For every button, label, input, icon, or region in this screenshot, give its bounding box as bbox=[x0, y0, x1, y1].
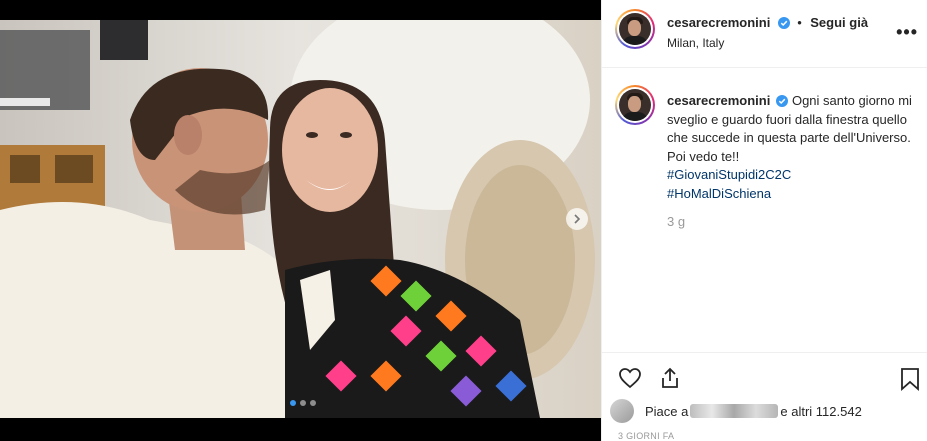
redacted-username bbox=[690, 404, 779, 418]
bookmark-icon[interactable] bbox=[900, 367, 920, 391]
share-icon[interactable] bbox=[658, 366, 682, 390]
carousel-dot bbox=[310, 400, 316, 406]
hashtag-link[interactable]: #GiovaniStupidi2C2C bbox=[667, 166, 917, 185]
post-date[interactable]: 3 GIORNI FA bbox=[618, 431, 674, 441]
verified-badge-icon bbox=[776, 95, 789, 107]
caption-timestamp: 3 g bbox=[667, 214, 686, 229]
carousel-dot bbox=[290, 400, 296, 406]
more-options-icon[interactable]: ••• bbox=[896, 22, 918, 43]
carousel-dot bbox=[300, 400, 306, 406]
post-header: cesarecremonini • Segui già Milan, Italy… bbox=[602, 0, 927, 68]
likes-summary: Piace a e altri 112.542 bbox=[610, 397, 927, 423]
verified-badge-icon bbox=[777, 17, 790, 29]
post-photo[interactable] bbox=[0, 20, 601, 418]
next-slide-button[interactable] bbox=[566, 208, 588, 230]
post-caption: cesarecremonini Ogni santo giorno mi sve… bbox=[667, 92, 917, 203]
photo-illustration bbox=[0, 20, 601, 418]
caption-username-link[interactable]: cesarecremonini bbox=[667, 93, 770, 108]
likes-prefix: Piace a bbox=[645, 404, 689, 419]
username-link[interactable]: cesarecremonini bbox=[667, 15, 770, 30]
bottom-black-bar bbox=[0, 418, 601, 441]
location-link[interactable]: Milan, Italy bbox=[667, 36, 868, 50]
separator-dot: • bbox=[797, 15, 802, 30]
chevron-right-icon bbox=[574, 214, 581, 224]
avatar[interactable] bbox=[615, 85, 655, 125]
avatar[interactable] bbox=[615, 9, 655, 49]
likes-count-link[interactable]: e altri 112.542 bbox=[780, 404, 861, 419]
hashtag-link[interactable]: #HoMalDiSchiena bbox=[667, 185, 917, 204]
heart-icon[interactable] bbox=[618, 367, 642, 389]
follow-status-button[interactable]: Segui già bbox=[810, 15, 868, 30]
post-actions: Piace a e altri 112.542 bbox=[602, 352, 927, 441]
post-side-panel: cesarecremonini • Segui già Milan, Italy… bbox=[601, 0, 927, 441]
carousel-dots bbox=[290, 400, 316, 406]
liker-avatar[interactable] bbox=[610, 399, 634, 423]
